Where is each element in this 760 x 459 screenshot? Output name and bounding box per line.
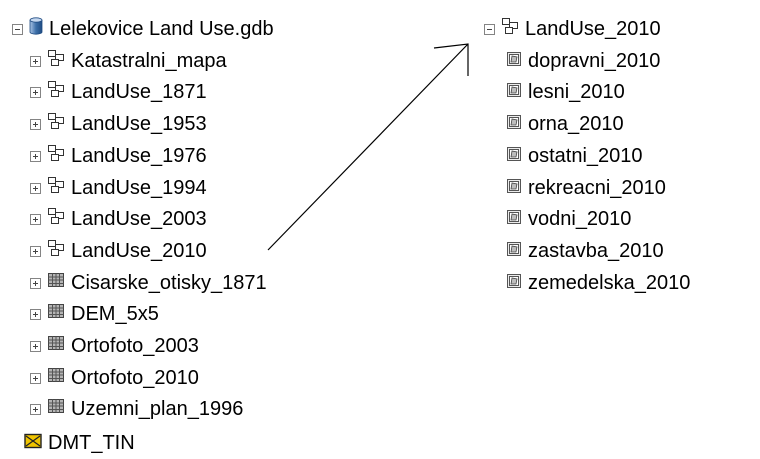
tree-item-label: Lelekovice Land Use.gdb (49, 18, 274, 40)
feature-dataset-icon (47, 236, 65, 266)
collapse-icon[interactable] (12, 23, 23, 35)
tin-icon (24, 428, 42, 458)
expand-icon[interactable] (30, 277, 41, 289)
tree-item-label: Uzemni_plan_1996 (71, 398, 244, 420)
polygon-feature-class-icon (506, 204, 522, 234)
polygon-feature-class-icon (506, 141, 522, 171)
polygon-feature-class-icon (506, 109, 522, 139)
tree-item-label: LandUse_2003 (71, 208, 207, 230)
feature-class-item[interactable]: lesni_2010 (506, 77, 625, 107)
tree-item-label: DEM_5x5 (71, 303, 159, 325)
feature-class-item[interactable]: zastavba_2010 (506, 236, 664, 266)
expand-icon[interactable] (30, 245, 41, 257)
expand-icon[interactable] (30, 150, 41, 162)
tree-item[interactable]: Uzemni_plan_1996 (30, 394, 243, 424)
feature-class-item[interactable]: vodni_2010 (506, 204, 631, 234)
tree-item-label: zastavba_2010 (528, 240, 664, 262)
tree-item-label: vodni_2010 (528, 208, 632, 230)
feature-dataset-icon (501, 14, 519, 44)
expand-icon[interactable] (30, 182, 41, 194)
raster-dataset-icon (47, 299, 65, 329)
tree-item-label: DMT_TIN (48, 432, 135, 454)
tree-item[interactable]: LandUse_1994 (30, 173, 207, 203)
collapse-icon[interactable] (484, 23, 495, 35)
tree-item-label: zemedelska_2010 (528, 272, 691, 294)
tree-item-label: LandUse_2010 (71, 240, 207, 262)
expand-icon[interactable] (30, 55, 41, 67)
tree-item-label: ostatni_2010 (528, 145, 643, 167)
polygon-feature-class-icon (506, 77, 522, 107)
tree-item-label: Ortofoto_2010 (71, 367, 199, 389)
expand-icon[interactable] (30, 86, 41, 98)
polygon-feature-class-icon (506, 46, 522, 76)
tree-item[interactable]: LandUse_2003 (30, 204, 207, 234)
expand-icon[interactable] (30, 403, 41, 415)
tree-item-label: lesni_2010 (528, 81, 625, 103)
expand-icon[interactable] (30, 340, 41, 352)
raster-dataset-icon (47, 331, 65, 361)
tree-item-label: Cisarske_otisky_1871 (71, 272, 267, 294)
polygon-feature-class-icon (506, 173, 522, 203)
feature-class-item[interactable]: zemedelska_2010 (506, 268, 690, 298)
tree-item[interactable]: LandUse_1871 (30, 77, 207, 107)
polygon-feature-class-icon (506, 236, 522, 266)
feature-dataset-icon (47, 77, 65, 107)
expand-icon[interactable] (30, 308, 41, 320)
feature-dataset-icon (47, 46, 65, 76)
tree-item-label: rekreacni_2010 (528, 177, 666, 199)
tree-item-label: LandUse_2010 (525, 18, 661, 40)
tree-item[interactable]: Katastralni_mapa (30, 46, 227, 76)
tree-item[interactable]: LandUse_1976 (30, 141, 207, 171)
feature-class-item[interactable]: ostatni_2010 (506, 141, 643, 171)
database-icon (29, 14, 43, 44)
feature-class-item[interactable]: dopravni_2010 (506, 46, 660, 76)
tree-item-label: orna_2010 (528, 113, 624, 135)
tree-item[interactable]: Ortofoto_2003 (30, 331, 199, 361)
expand-icon[interactable] (30, 213, 41, 225)
tree-item-tin[interactable]: DMT_TIN (24, 428, 135, 458)
tree-item-label: LandUse_1976 (71, 145, 207, 167)
dataset-root[interactable]: LandUse_2010 (484, 14, 661, 44)
feature-dataset-icon (47, 141, 65, 171)
raster-dataset-icon (47, 394, 65, 424)
tree-item-label: LandUse_1871 (71, 81, 207, 103)
feature-dataset-icon (47, 204, 65, 234)
expand-icon[interactable] (30, 372, 41, 384)
tree-item-label: Katastralni_mapa (71, 50, 227, 72)
raster-dataset-icon (47, 363, 65, 393)
feature-dataset-icon (47, 173, 65, 203)
feature-class-item[interactable]: rekreacni_2010 (506, 173, 666, 203)
tree-item[interactable]: Ortofoto_2010 (30, 363, 199, 393)
tree-item[interactable]: Cisarske_otisky_1871 (30, 268, 267, 298)
tree-item[interactable]: DEM_5x5 (30, 299, 159, 329)
tree-item-label: Ortofoto_2003 (71, 335, 199, 357)
tree-item[interactable]: LandUse_2010 (30, 236, 207, 266)
feature-dataset-icon (47, 109, 65, 139)
tree-item[interactable]: LandUse_1953 (30, 109, 207, 139)
feature-class-item[interactable]: orna_2010 (506, 109, 624, 139)
polygon-feature-class-icon (506, 268, 522, 298)
tree-item-label: dopravni_2010 (528, 50, 661, 72)
tree-item-label: LandUse_1953 (71, 113, 207, 135)
raster-dataset-icon (47, 268, 65, 298)
tree-item-label: LandUse_1994 (71, 177, 207, 199)
expand-icon[interactable] (30, 118, 41, 130)
gdb-root[interactable]: Lelekovice Land Use.gdb (12, 14, 274, 44)
